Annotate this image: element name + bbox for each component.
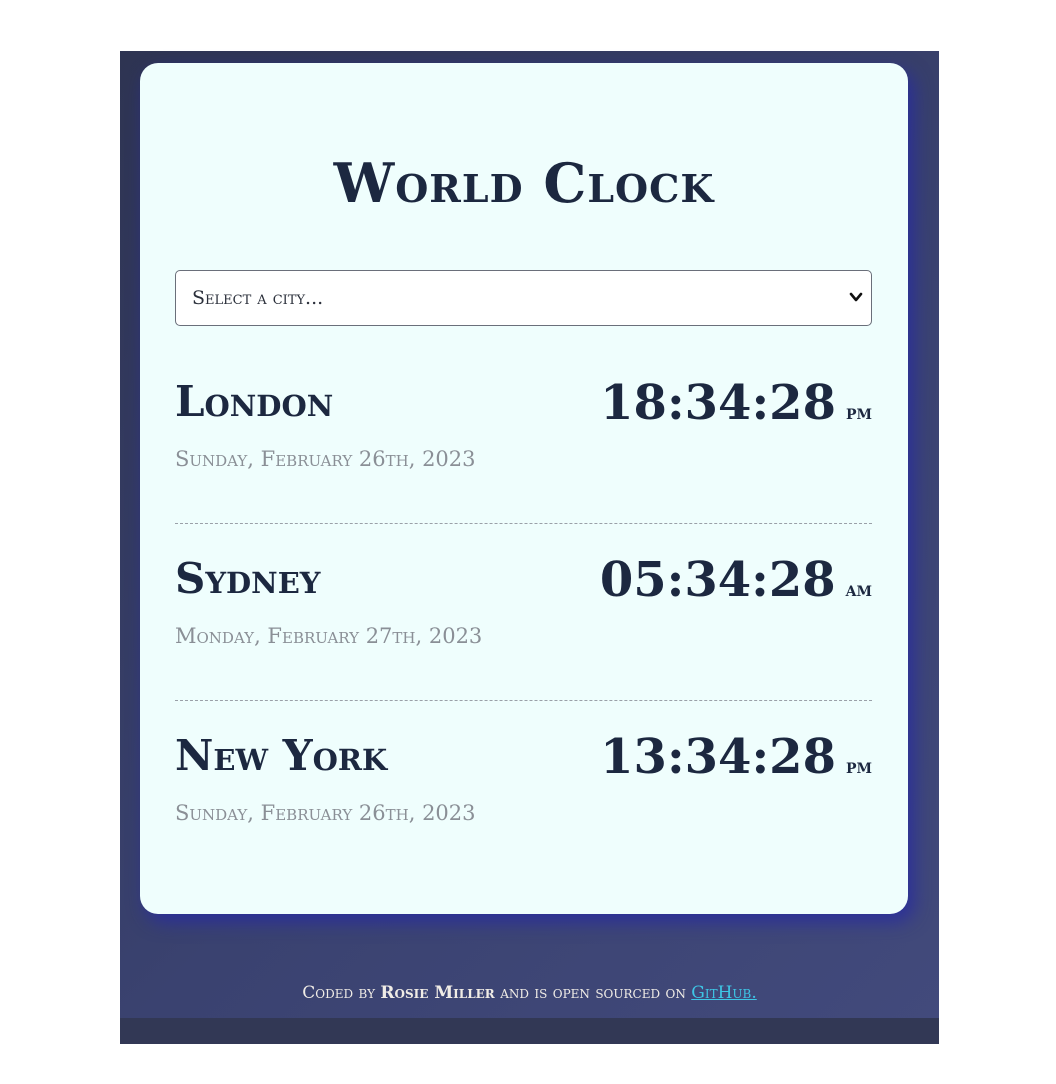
am-pm-label: AM: [845, 577, 872, 601]
github-link[interactable]: GitHub.: [691, 983, 757, 1003]
city-date: Monday, February 27th, 2023: [175, 624, 483, 648]
app-frame: World Clock Select a city... London Sund…: [120, 51, 939, 1044]
city-time: 18:34:28 PM: [600, 375, 872, 431]
city-select[interactable]: Select a city...: [175, 270, 872, 326]
city-row-sydney: Sydney Monday, February 27th, 2023 05:34…: [175, 540, 872, 701]
city-name: Sydney: [175, 554, 321, 603]
footer-author: Rosie Miller: [380, 983, 495, 1003]
city-row-new-york: New York Sunday, February 26th, 2023 13:…: [175, 717, 872, 877]
footer: Coded by Rosie Miller and is open source…: [120, 983, 939, 1003]
city-date: Sunday, February 26th, 2023: [175, 447, 476, 471]
footer-middle: and is open sourced on: [500, 983, 686, 1003]
am-pm-label: PM: [845, 754, 872, 778]
city-select-value: Select a city...: [192, 287, 324, 309]
page-title: World Clock: [333, 151, 715, 215]
chevron-down-icon: [849, 292, 863, 302]
footer-prefix: Coded by: [302, 983, 376, 1003]
clock-time: 05:34:28: [599, 552, 836, 608]
city-name: New York: [175, 731, 388, 780]
city-time: 13:34:28 PM: [600, 729, 872, 785]
clock-card: World Clock Select a city... London Sund…: [140, 63, 908, 914]
bottom-strip: [120, 1018, 939, 1044]
city-row-london: London Sunday, February 26th, 2023 18:34…: [175, 363, 872, 524]
city-name: London: [175, 377, 334, 426]
clock-time: 18:34:28: [600, 375, 836, 431]
city-date: Sunday, February 26th, 2023: [175, 801, 476, 825]
clock-time: 13:34:28: [600, 729, 836, 785]
city-time: 05:34:28 AM: [600, 552, 872, 608]
am-pm-label: PM: [845, 400, 872, 424]
